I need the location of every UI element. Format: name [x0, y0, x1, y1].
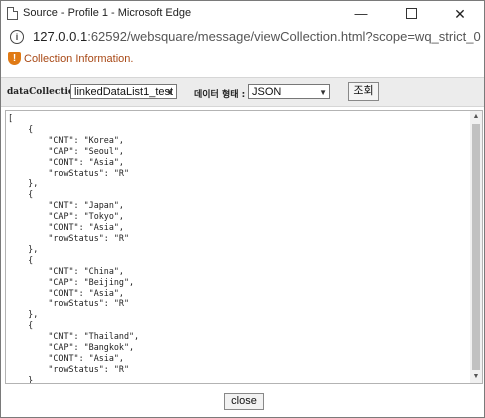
maximize-button[interactable] — [389, 1, 433, 27]
maximize-icon — [405, 8, 417, 20]
data-collection-value: linkedDataList1_test — [74, 86, 174, 98]
message-header: ! Collection Information. — [1, 49, 484, 71]
data-collection-select[interactable]: linkedDataList1_test ▼ — [70, 84, 177, 99]
title-bar: Source - Profile 1 - Microsoft Edge — ✕ — [1, 1, 484, 27]
info-icon[interactable]: i — [10, 30, 24, 44]
scroll-down-icon[interactable]: ▼ — [470, 371, 482, 383]
scroll-up-icon[interactable]: ▲ — [470, 111, 482, 123]
json-content-panel[interactable]: [ { "CNT": "Korea", "CAP": "Seoul", "CON… — [5, 110, 483, 384]
warning-shield-icon: ! — [8, 52, 21, 66]
url-path: :62592/websquare/message/viewCollection.… — [87, 29, 481, 44]
document-icon — [7, 7, 18, 20]
scrollbar-thumb[interactable] — [472, 124, 480, 370]
close-button[interactable]: close — [224, 393, 264, 410]
url-text[interactable]: 127.0.0.1:62592/websquare/message/viewCo… — [33, 29, 481, 44]
window-title: Source - Profile 1 - Microsoft Edge — [23, 7, 192, 19]
collection-toolbar: dataCollection : linkedDataList1_test ▼ … — [1, 77, 484, 107]
vertical-scrollbar[interactable]: ▲ ▼ — [470, 111, 482, 383]
query-button[interactable]: 조회 — [348, 82, 379, 101]
browser-window: Source - Profile 1 - Microsoft Edge — ✕ … — [0, 0, 485, 418]
chevron-down-icon: ▼ — [166, 88, 174, 97]
window-close-button[interactable]: ✕ — [438, 1, 482, 27]
message-text: Collection Information. — [24, 53, 134, 65]
url-host: 127.0.0.1 — [33, 29, 88, 44]
data-type-label: 데이터 형태 : — [194, 90, 246, 100]
address-bar[interactable]: i 127.0.0.1:62592/websquare/message/view… — [1, 27, 484, 49]
chevron-down-icon: ▼ — [319, 88, 327, 97]
minimize-button[interactable]: — — [339, 1, 383, 27]
json-text: [ { "CNT": "Korea", "CAP": "Seoul", "CON… — [8, 113, 140, 384]
data-type-value: JSON — [252, 86, 282, 98]
data-type-select[interactable]: JSON ▼ — [248, 84, 330, 99]
